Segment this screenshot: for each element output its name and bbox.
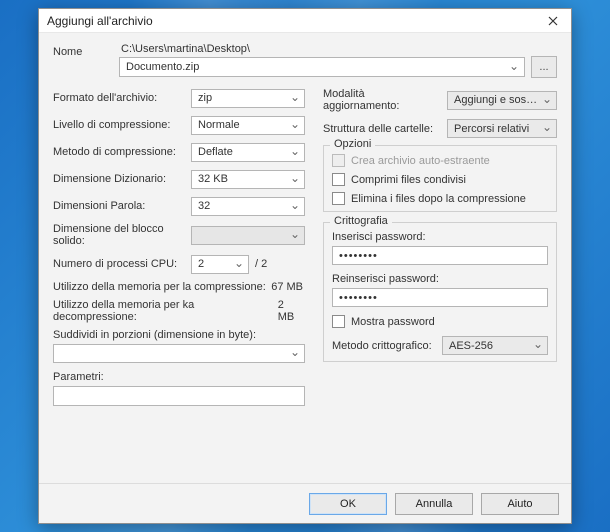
crypto-group: Crittografia Inserisci password: Reinser… [323, 222, 557, 362]
shared-label: Comprimi files condivisi [351, 174, 466, 186]
titlebar: Aggiungi all'archivio [39, 9, 571, 33]
method-combo[interactable] [191, 143, 305, 162]
level-combo[interactable] [191, 116, 305, 135]
sfx-label: Crea archivio auto-estraente [351, 155, 490, 167]
mem-comp-value: 67 MB [271, 281, 303, 293]
password-label: Inserisci password: [332, 231, 548, 243]
archive-filename-input[interactable] [119, 57, 525, 77]
format-combo[interactable] [191, 89, 305, 108]
mem-comp-row: Utilizzo della memoria per la compressio… [53, 281, 305, 293]
split-combo[interactable] [53, 344, 305, 363]
mem-decomp-row: Utilizzo della memoria per ka decompress… [53, 299, 305, 323]
cancel-button[interactable]: Annulla [395, 493, 473, 515]
name-fields: C:\Users\martina\Desktop\ ... [119, 43, 557, 78]
solid-combo [191, 226, 305, 245]
archive-path: C:\Users\martina\Desktop\ [119, 43, 557, 55]
paths-combo[interactable] [447, 119, 557, 138]
params-input[interactable] [53, 386, 305, 406]
format-label: Formato dell'archivio: [53, 92, 191, 104]
update-combo[interactable] [447, 91, 557, 110]
close-button[interactable] [539, 11, 567, 31]
right-column: Modalità aggiornamento: Struttura delle … [323, 88, 557, 414]
mem-comp-label: Utilizzo della memoria per la compressio… [53, 281, 266, 293]
dict-label: Dimensione Dizionario: [53, 173, 191, 185]
show-password-checkbox[interactable] [332, 315, 345, 328]
cpu-suffix: / 2 [255, 258, 267, 270]
dialog-body: Nome C:\Users\martina\Desktop\ ... Forma… [39, 33, 571, 483]
help-button[interactable]: Aiuto [481, 493, 559, 515]
show-password-label: Mostra password [351, 316, 435, 328]
sfx-checkbox [332, 154, 345, 167]
repassword-input[interactable] [332, 288, 548, 307]
footer: OK Annulla Aiuto [39, 483, 571, 523]
enc-method-label: Metodo crittografico: [332, 340, 436, 352]
options-group: Opzioni Crea archivio auto-estraente Com… [323, 145, 557, 212]
enc-method-combo[interactable] [442, 336, 548, 355]
close-icon [548, 16, 558, 26]
browse-button[interactable]: ... [531, 56, 557, 78]
split-label: Suddividi in porzioni (dimensione in byt… [53, 329, 305, 341]
delete-checkbox[interactable] [332, 192, 345, 205]
paths-label: Struttura delle cartelle: [323, 123, 441, 135]
cpu-label: Numero di processi CPU: [53, 258, 191, 270]
repassword-label: Reinserisci password: [332, 273, 548, 285]
method-label: Metodo di compressione: [53, 146, 191, 158]
solid-label: Dimensione del blocco solido: [53, 223, 191, 247]
options-title: Opzioni [330, 138, 375, 150]
archive-name-row: Nome C:\Users\martina\Desktop\ ... [53, 43, 557, 78]
word-label: Dimensioni Parola: [53, 200, 191, 212]
cpu-combo[interactable] [191, 255, 249, 274]
word-combo[interactable] [191, 197, 305, 216]
crypto-title: Crittografia [330, 215, 392, 227]
shared-checkbox[interactable] [332, 173, 345, 186]
level-label: Livello di compressione: [53, 119, 191, 131]
window-title: Aggiungi all'archivio [47, 14, 539, 28]
ok-button[interactable]: OK [309, 493, 387, 515]
update-label: Modalità aggiornamento: [323, 88, 441, 112]
mem-decomp-value: 2 MB [278, 299, 303, 323]
dialog-window: Aggiungi all'archivio Nome C:\Users\mart… [38, 8, 572, 524]
delete-label: Elimina i files dopo la compressione [351, 193, 526, 205]
password-input[interactable] [332, 246, 548, 265]
dict-combo[interactable] [191, 170, 305, 189]
mem-decomp-label: Utilizzo della memoria per ka decompress… [53, 299, 278, 323]
params-label: Parametri: [53, 371, 305, 383]
left-column: Formato dell'archivio: Livello di compre… [53, 88, 305, 414]
columns: Formato dell'archivio: Livello di compre… [53, 88, 557, 414]
name-label: Nome [53, 43, 111, 58]
